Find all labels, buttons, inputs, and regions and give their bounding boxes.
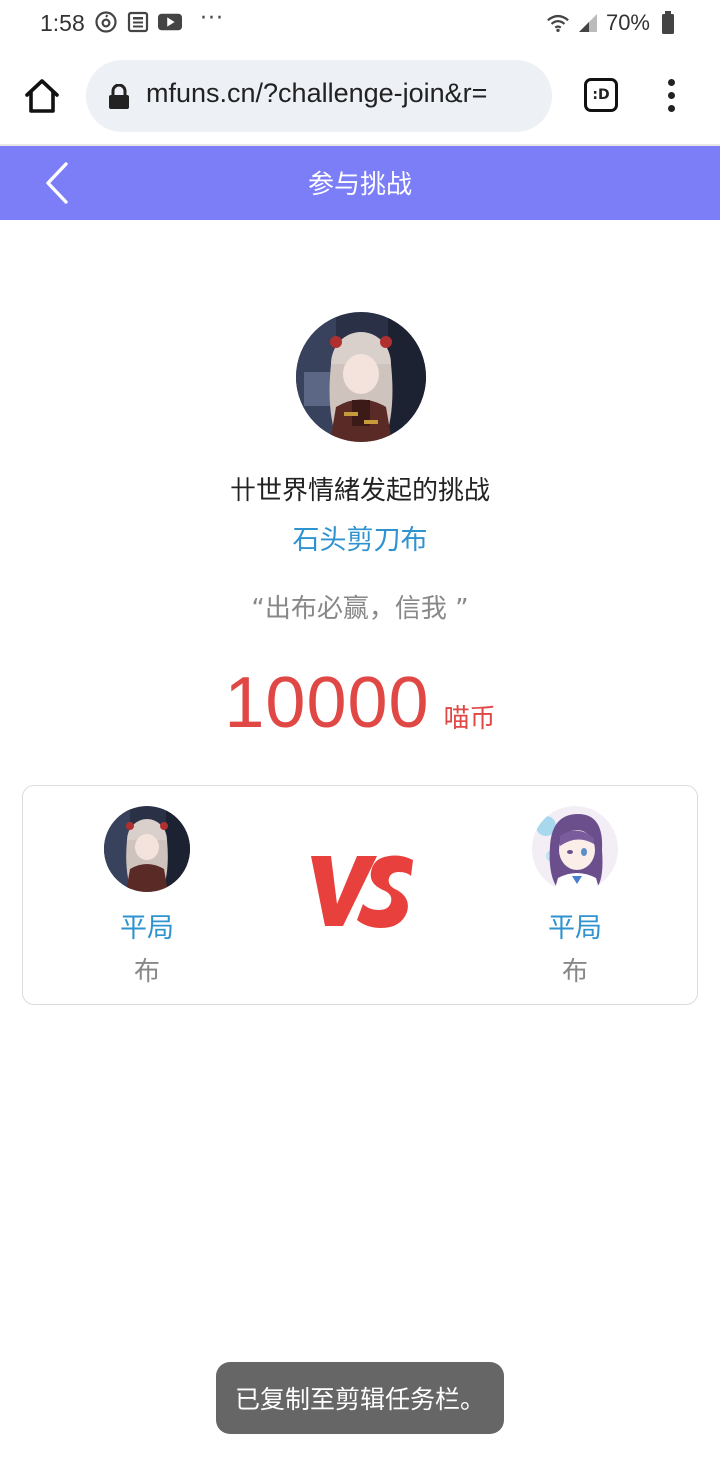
home-icon (25, 79, 59, 113)
netease-music-icon (94, 10, 118, 34)
news-icon (126, 10, 150, 34)
player-left-result: 平局 (120, 913, 174, 944)
url-text: mfuns.cn/?challenge-join&r= (146, 78, 488, 108)
overflow-menu-button[interactable] (662, 76, 680, 116)
prize-row: 10000 喵币 (0, 662, 720, 744)
prize-amount: 10000 (224, 663, 430, 743)
lock-icon (108, 83, 130, 110)
youtube-icon (158, 10, 182, 34)
player-right-result: 平局 (548, 913, 602, 944)
player-right: 平局 布 (515, 806, 635, 988)
status-time: 1:58 (40, 10, 85, 36)
dot-icon (667, 105, 675, 112)
app-header: 参与挑战 (0, 146, 720, 220)
status-system-icons: 70% (546, 10, 680, 36)
player-right-choice: 布 (561, 957, 588, 987)
status-notification-icons (94, 10, 182, 34)
tab-switcher-button[interactable]: :D (584, 78, 618, 112)
challenger-line: 卄世界情緒发起的挑战 (229, 476, 490, 506)
challenger-avatar (296, 312, 426, 442)
status-more-icon: ··· (200, 6, 224, 31)
player-left-choice: 布 (133, 957, 160, 987)
battery-percent: 70% (605, 10, 650, 35)
address-bar[interactable]: mfuns.cn/?challenge-join&r= (86, 60, 552, 132)
versus-card: 平局 布 平局 布 (22, 785, 698, 1005)
status-bar: 1:58 ··· 70% (0, 0, 720, 48)
player-right-avatar (532, 806, 618, 892)
player-left: 平局 布 (87, 806, 207, 988)
signal-icon (576, 11, 600, 35)
browser-toolbar: mfuns.cn/?challenge-join&r= :D (0, 48, 720, 146)
toast-message: 已复制至剪辑任务栏。 (216, 1362, 504, 1434)
home-button[interactable] (22, 78, 62, 118)
vs-icon (307, 846, 417, 936)
dot-icon (667, 92, 675, 99)
game-name: 石头剪刀布 (292, 525, 428, 556)
battery-icon (656, 11, 680, 35)
challenge-quote: “出布必赢，信我 ” (251, 594, 469, 624)
prize-unit: 喵币 (443, 704, 496, 734)
page-title: 参与挑战 (307, 170, 412, 200)
dot-icon (667, 79, 675, 86)
wifi-icon (546, 11, 570, 35)
player-left-avatar (104, 806, 190, 892)
